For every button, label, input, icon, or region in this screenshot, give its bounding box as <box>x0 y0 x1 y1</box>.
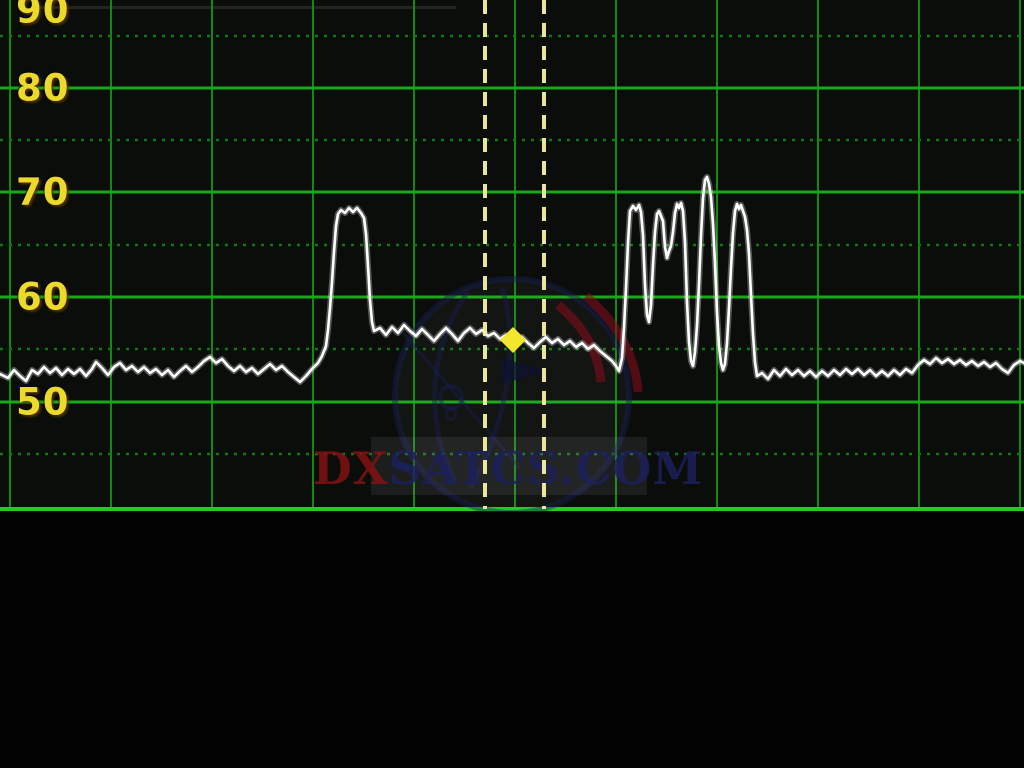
readout-panel: ✔ Pwr 65.7 dBµV ✘ C/N 1.2 dB 1195.00 MHz… <box>0 512 1024 768</box>
y-axis-label-80: 80 <box>16 70 70 107</box>
y-axis-label-60: 60 <box>16 279 70 316</box>
y-axis-label-70: 70 <box>16 174 70 211</box>
satmeter-screen: DXSATCS.COM 90 80 70 60 50 ✔ Pwr 65.7 dBµV ✘… <box>0 0 1024 768</box>
spectrum-plot: DXSATCS.COM <box>0 0 1024 512</box>
y-axis-label-90: 90 <box>16 0 70 29</box>
spectrum-plot-area: DXSATCS.COM 90 80 70 60 50 <box>0 0 1024 512</box>
y-axis-label-50: 50 <box>16 384 70 421</box>
video-artifact-bar <box>36 6 456 9</box>
watermark-text: DXSATCS.COM <box>313 442 704 495</box>
